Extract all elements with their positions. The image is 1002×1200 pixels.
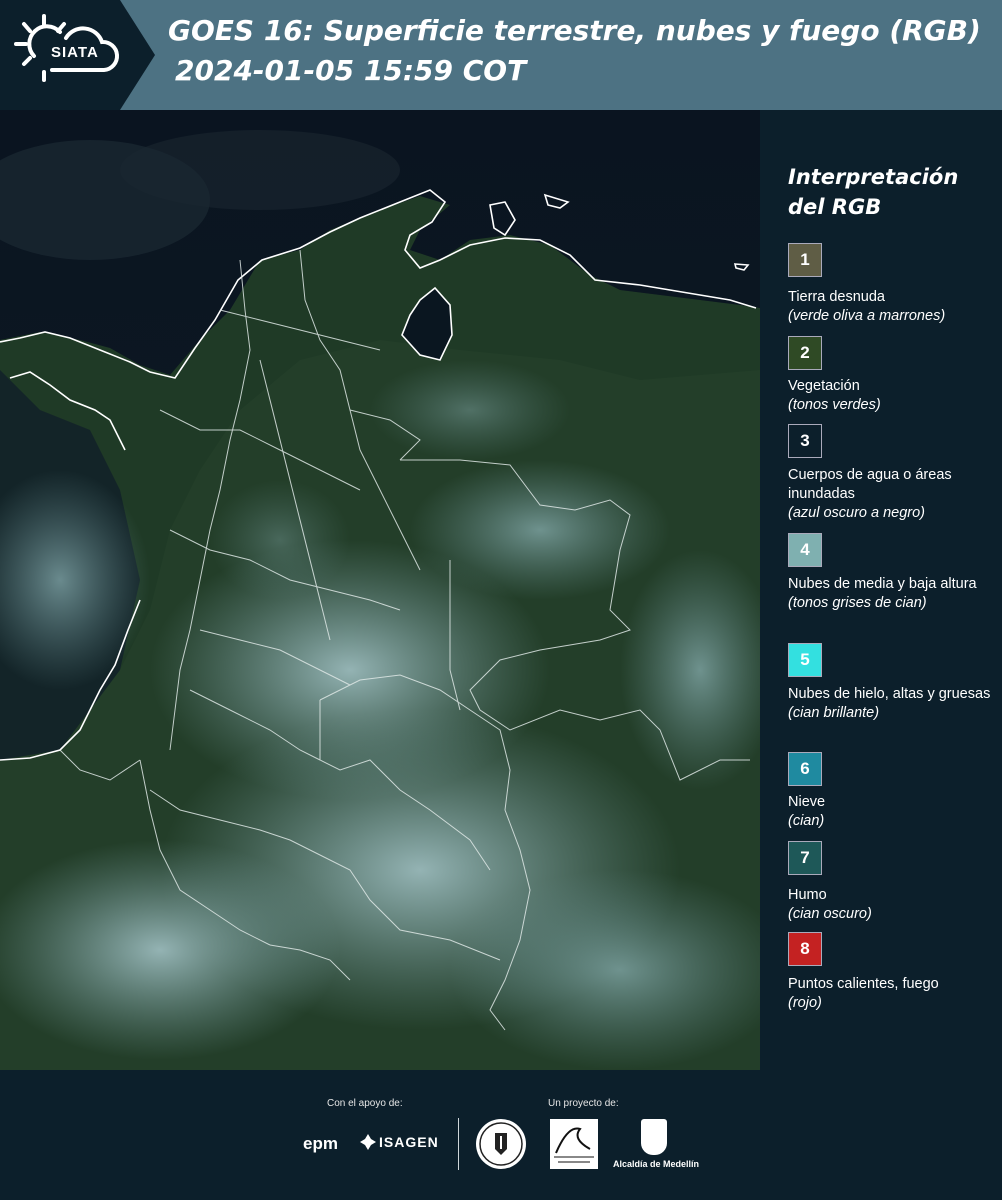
legend-note: (verde oliva a marrones): [788, 308, 946, 324]
legend-swatch-2: 2: [788, 336, 822, 370]
isagen-logo: ISAGEN: [379, 1134, 439, 1150]
footer: Con el apoyo de: Un proyecto de: epm ISA…: [0, 1070, 1002, 1200]
timestamp: 2024-01-05 15:59 COT: [175, 54, 527, 87]
page-title: GOES 16: Superficie terrestre, nubes y f…: [168, 14, 981, 47]
header: SIATA GOES 16: Superficie terrestre, nub…: [0, 0, 1002, 110]
legend-label: Vegetación: [788, 378, 860, 394]
legend-swatch-5: 5: [788, 643, 822, 677]
area-metropolitana-logo: [550, 1119, 598, 1169]
legend-title: Interpretación del RGB: [788, 162, 988, 222]
legend-item-8: Puntos calientes, fuego (rojo): [788, 975, 998, 1013]
project-label: Un proyecto de:: [548, 1098, 619, 1109]
legend-panel: Interpretación del RGB 1 Tierra desnuda …: [760, 110, 1002, 1070]
university-seal: [476, 1119, 526, 1169]
legend-swatch-3: 3: [788, 424, 822, 458]
legend-label: Tierra desnuda: [788, 289, 885, 305]
alcaldia-logo: Alcaldía de Medellín: [611, 1119, 701, 1175]
legend-swatch-7: 7: [788, 841, 822, 875]
coat-of-arms-icon: [641, 1119, 667, 1155]
satellite-map[interactable]: [0, 110, 760, 1070]
legend-swatch-6: 6: [788, 752, 822, 786]
legend-label: Cuerpos de agua o áreas inundadas: [788, 467, 952, 502]
legend-note: (cian brillante): [788, 705, 880, 721]
legend-note: (tonos grises de cian): [788, 595, 927, 611]
support-label: Con el apoyo de:: [327, 1098, 403, 1109]
legend-title-line1: Interpretación: [788, 165, 959, 189]
legend-label: Puntos calientes, fuego: [788, 976, 939, 992]
legend-item-1: Tierra desnuda (verde oliva a marrones): [788, 288, 998, 326]
legend-item-4: Nubes de media y baja altura (tonos gris…: [788, 575, 998, 613]
isagen-icon: [360, 1134, 376, 1150]
legend-swatch-8: 8: [788, 932, 822, 966]
legend-item-6: Nieve (cian): [788, 793, 998, 831]
footer-divider: [458, 1118, 459, 1170]
legend-note: (rojo): [788, 995, 822, 1011]
legend-note: (azul oscuro a negro): [788, 505, 926, 521]
legend-item-2: Vegetación (tonos verdes): [788, 377, 998, 415]
legend-swatch-4: 4: [788, 533, 822, 567]
logo-text: SIATA: [51, 44, 99, 61]
legend-swatch-1: 1: [788, 243, 822, 277]
epm-logo: epm: [303, 1134, 338, 1153]
legend-label: Nieve: [788, 794, 826, 810]
legend-note: (cian oscuro): [788, 906, 872, 922]
legend-item-5: Nubes de hielo, altas y gruesas (cian br…: [788, 685, 998, 723]
legend-note: (tonos verdes): [788, 397, 881, 413]
legend-note: (cian): [788, 813, 825, 829]
seal-icon: [479, 1122, 523, 1166]
legend-label: Humo: [788, 887, 827, 903]
siata-logo: SIATA: [0, 0, 155, 110]
legend-label: Nubes de hielo, altas y gruesas: [788, 686, 991, 702]
legend-label: Nubes de media y baja altura: [788, 576, 977, 592]
legend-item-7: Humo (cian oscuro): [788, 886, 998, 924]
area-logo-icon: [554, 1127, 594, 1163]
legend-title-line2: del RGB: [788, 195, 882, 219]
legend-item-3: Cuerpos de agua o áreas inundadas (azul …: [788, 466, 998, 523]
satellite-image: [0, 110, 760, 1070]
alcaldia-text: Alcaldía de Medellín: [612, 1159, 700, 1169]
